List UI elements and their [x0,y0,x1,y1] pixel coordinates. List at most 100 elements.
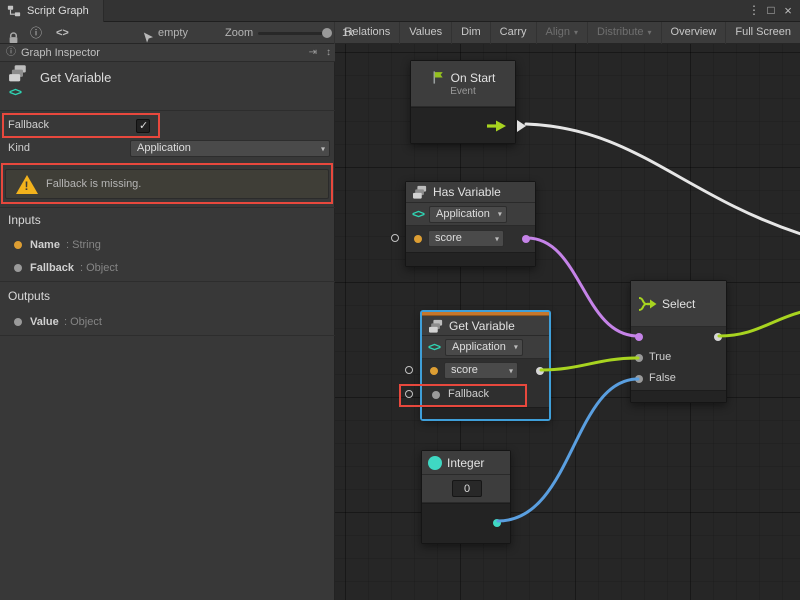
warning-box: Fallback is missing. [5,169,329,199]
scroll-toggle-icon[interactable]: ↕ [326,44,331,62]
selection-output-port[interactable] [714,333,722,341]
relations-button[interactable]: Relations [334,22,399,44]
input-port-dot [14,264,22,272]
unconnected-input-port[interactable] [391,234,399,242]
script-graph-icon [7,4,21,18]
divider [0,207,335,208]
graph-context-label: empty [158,22,188,44]
flow-output-port[interactable] [517,120,526,132]
node-get-variable[interactable]: Get Variable <> Application score Fallba… [421,311,550,420]
unconnected-input-port[interactable] [405,390,413,398]
output-type: : Object [64,314,102,330]
true-input-port[interactable] [635,354,643,362]
toolbar-button-group: Relations Values Dim Carry Align Distrib… [334,22,800,44]
node-subtitle: Event [450,86,476,97]
input-row-name: Name : String [0,237,335,253]
node-integer[interactable]: Integer 0 [421,450,511,544]
code-icon: <> [428,340,440,354]
unity-script-graph-window: Script Graph ⋮ □ × ⓘ <> empty Zoom 1x Re… [0,0,800,600]
tab-script-graph[interactable]: Script Graph [0,0,104,22]
flow-arrow-icon [485,119,507,133]
input-type: : String [66,237,101,253]
unconnected-input-port[interactable] [405,366,413,374]
dim-button[interactable]: Dim [451,22,490,44]
node-title: Has Variable [433,185,501,199]
inspect-toggle-icon[interactable]: ⓘ [30,22,42,44]
fallback-port-label: Fallback [448,388,489,400]
node-has-variable[interactable]: Has Variable <> Application score [405,181,536,267]
titlebar: Script Graph ⋮ □ × [0,0,800,22]
integer-icon [428,456,442,470]
kind-field-row: Kind Application [0,140,335,160]
input-name: Name [30,237,60,253]
warning-icon [16,175,38,194]
zoom-slider-handle[interactable] [322,28,332,38]
align-dropdown-button[interactable]: Align [536,22,587,44]
false-port-label: False [649,372,676,384]
scope-dropdown[interactable]: Application [429,206,507,223]
kind-dropdown[interactable]: Application [130,140,330,157]
inspector-header: ⓘ Graph Inspector ⇥ ↕ [0,44,335,62]
integer-value-input[interactable]: 0 [452,480,482,497]
scope-dropdown[interactable]: Application [445,339,523,356]
output-row-value: Value : Object [0,314,335,330]
select-icon [637,296,657,312]
variables-icon [8,64,28,82]
node-title: Get Variable [449,319,515,333]
flag-icon [431,70,446,85]
variable-dropdown[interactable]: score [428,230,504,247]
condition-input-port[interactable] [635,333,643,341]
input-name: Fallback [30,260,74,276]
zoom-label: Zoom [225,22,253,44]
wire-onstart-flow[interactable] [526,124,800,234]
divider [0,281,335,282]
carry-button[interactable]: Carry [490,22,536,44]
wire-layer [335,44,800,600]
inspector-title: Graph Inspector [21,44,100,62]
distribute-dropdown-button[interactable]: Distribute [587,22,660,44]
code-icon: <> [9,85,21,99]
dock-icon[interactable]: ⇥ [309,44,317,62]
inputs-heading: Inputs [8,213,41,227]
window-menu-icon[interactable]: ⋮ [746,0,762,22]
code-preview-icon[interactable]: <> [56,22,69,44]
graph-canvas[interactable]: On Start Event Has Variable <> Applicati… [335,44,800,600]
node-select[interactable]: Select True False [630,280,727,403]
fallback-checkbox[interactable] [136,119,150,133]
fallback-input-port[interactable] [432,391,440,399]
dropdown-caret-icon [644,26,652,38]
name-input-port[interactable] [414,235,422,243]
variables-icon [428,319,444,333]
zoom-slider-track[interactable] [258,32,328,35]
values-button[interactable]: Values [399,22,451,44]
node-on-start[interactable]: On Start Event [410,60,516,144]
divider [0,335,335,336]
maximize-icon[interactable]: □ [763,0,779,22]
overview-button[interactable]: Overview [661,22,726,44]
input-row-fallback: Fallback : Object [0,260,335,276]
wire-getvariable-to-select-true[interactable] [541,358,638,370]
true-port-label: True [649,351,671,363]
kind-field-label: Kind [8,142,30,154]
variable-dropdown[interactable]: score [444,362,518,379]
input-port-dot [14,241,22,249]
name-input-port[interactable] [430,367,438,375]
result-output-port[interactable] [522,235,530,243]
value-output-port[interactable] [493,519,501,527]
inspected-node-title: Get Variable [40,70,111,85]
close-icon[interactable]: × [780,0,796,22]
false-input-port[interactable] [635,375,643,383]
full-screen-button[interactable]: Full Screen [725,22,800,44]
input-type: : Object [80,260,118,276]
code-icon: <> [412,207,424,221]
dropdown-caret-icon [570,26,578,38]
info-icon: ⓘ [6,44,16,62]
value-output-port[interactable] [536,367,544,375]
fallback-field-row: Fallback [0,115,335,138]
wire-select-output[interactable] [719,312,800,336]
variables-icon [412,185,428,199]
warning-text: Fallback is missing. [46,170,141,199]
output-port-dot [14,318,22,326]
tab-title: Script Graph [27,5,89,17]
outputs-heading: Outputs [8,289,50,303]
